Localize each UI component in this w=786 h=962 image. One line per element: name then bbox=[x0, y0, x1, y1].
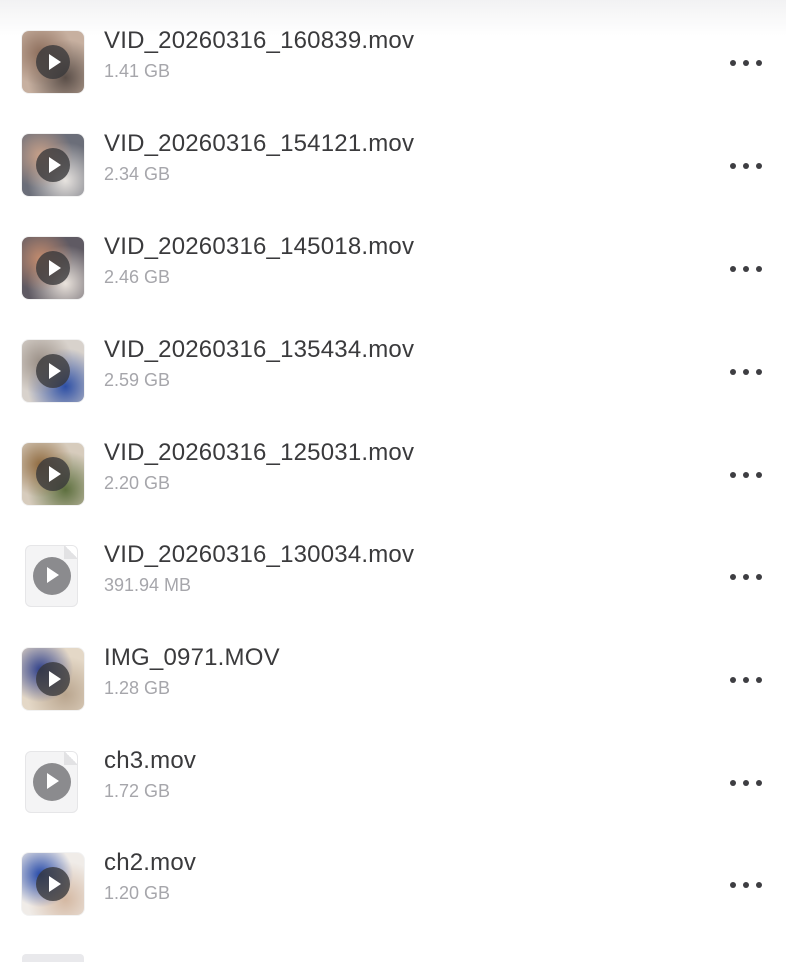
more-icon bbox=[730, 780, 736, 786]
file-row[interactable]: VID_20260316_145018.mov 2.46 GB bbox=[0, 233, 786, 340]
play-icon bbox=[36, 867, 70, 901]
more-icon bbox=[730, 163, 736, 169]
video-thumbnail bbox=[22, 648, 84, 710]
file-name: VID_20260316_145018.mov bbox=[104, 233, 415, 260]
more-icon bbox=[730, 266, 736, 272]
file-row[interactable]: VID_20260316_154121.mov 2.34 GB bbox=[0, 130, 786, 237]
more-options-button[interactable] bbox=[722, 47, 770, 77]
file-size: 391.94 MB bbox=[104, 575, 192, 595]
play-icon bbox=[36, 45, 70, 79]
video-thumbnail bbox=[22, 237, 84, 299]
video-thumbnail bbox=[22, 853, 84, 915]
file-size: 2.46 GB bbox=[104, 267, 171, 287]
partial-next-thumbnail bbox=[22, 954, 84, 962]
more-icon bbox=[730, 882, 736, 888]
file-row[interactable]: VID_20260316_135434.mov 2.59 GB bbox=[0, 336, 786, 443]
play-icon bbox=[36, 251, 70, 285]
file-size: 2.59 GB bbox=[104, 370, 171, 390]
more-options-button[interactable] bbox=[722, 150, 770, 180]
file-name: VID_20260316_135434.mov bbox=[104, 336, 415, 363]
more-icon bbox=[730, 369, 736, 375]
more-icon bbox=[730, 574, 736, 580]
file-size: 2.34 GB bbox=[104, 164, 171, 184]
file-name: VID_20260316_154121.mov bbox=[104, 130, 415, 157]
file-name: VID_20260316_130034.mov bbox=[104, 541, 415, 568]
play-icon bbox=[32, 763, 71, 801]
file-name: IMG_0971.MOV bbox=[104, 644, 280, 671]
more-icon bbox=[730, 472, 736, 478]
file-row[interactable]: VID_20260316_130034.mov 391.94 MB bbox=[0, 541, 786, 648]
file-name: ch2.mov bbox=[104, 849, 197, 876]
more-options-button[interactable] bbox=[722, 253, 770, 283]
video-thumbnail bbox=[22, 443, 84, 505]
play-icon bbox=[36, 148, 70, 182]
file-row[interactable]: ch3.mov 1.72 GB bbox=[0, 747, 786, 854]
file-row[interactable]: VID_20260316_160839.mov 1.41 GB bbox=[0, 27, 786, 134]
file-row[interactable]: ch2.mov 1.20 GB bbox=[0, 849, 786, 956]
file-row[interactable]: VID_20260316_125031.mov 2.20 GB bbox=[0, 439, 786, 546]
more-options-button[interactable] bbox=[722, 767, 770, 797]
file-size: 1.20 GB bbox=[104, 883, 171, 903]
file-size: 1.41 GB bbox=[104, 61, 171, 81]
file-size: 1.28 GB bbox=[104, 678, 171, 698]
more-options-button[interactable] bbox=[722, 356, 770, 386]
file-name: VID_20260316_125031.mov bbox=[104, 439, 415, 466]
more-options-button[interactable] bbox=[722, 561, 770, 591]
play-icon bbox=[36, 662, 70, 696]
file-row[interactable]: IMG_0971.MOV 1.28 GB bbox=[0, 644, 786, 751]
play-icon bbox=[32, 557, 71, 595]
file-name: VID_20260316_160839.mov bbox=[104, 27, 415, 54]
video-file-icon bbox=[25, 751, 78, 813]
play-icon bbox=[36, 354, 70, 388]
more-options-button[interactable] bbox=[722, 459, 770, 489]
video-file-icon bbox=[25, 545, 78, 607]
video-thumbnail bbox=[22, 134, 84, 196]
more-options-button[interactable] bbox=[722, 664, 770, 694]
file-size: 2.20 GB bbox=[104, 473, 171, 493]
file-size: 1.72 GB bbox=[104, 781, 171, 801]
play-icon bbox=[36, 457, 70, 491]
more-options-button[interactable] bbox=[722, 869, 770, 899]
more-icon bbox=[730, 677, 736, 683]
more-icon bbox=[730, 60, 736, 66]
video-thumbnail bbox=[22, 31, 84, 93]
file-name: ch3.mov bbox=[104, 747, 197, 774]
video-thumbnail bbox=[22, 340, 84, 402]
